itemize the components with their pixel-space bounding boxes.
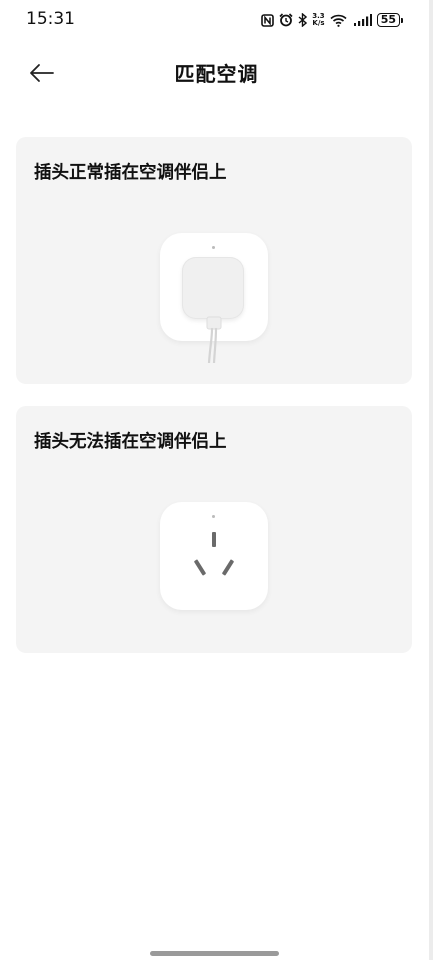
- network-speed-unit: K/s: [312, 19, 325, 27]
- nfc-icon: [261, 13, 275, 27]
- battery-tip: [401, 17, 403, 23]
- socket-hole: [193, 559, 207, 576]
- battery-icon: 55: [376, 13, 403, 27]
- battery-level: 55: [376, 13, 400, 27]
- status-icons: 3.3 K/s 55: [261, 10, 403, 30]
- status-bar: 15:31 3.3 K/s 55: [0, 0, 433, 40]
- power-cable: [206, 316, 222, 363]
- status-time: 15:31: [26, 9, 75, 29]
- home-indicator[interactable]: [150, 951, 279, 956]
- indicator-light: [212, 515, 215, 518]
- ac-companion-with-plug-illustration: [160, 233, 268, 363]
- header: 匹配空调: [0, 50, 433, 96]
- ac-companion-socket-illustration: [160, 502, 268, 610]
- bluetooth-icon: [298, 13, 308, 27]
- page-title: 匹配空调: [174, 62, 259, 86]
- cellular-signal-icon: [352, 14, 372, 26]
- option-card-plug-not-fit[interactable]: 插头无法插在空调伴侣上: [16, 406, 412, 653]
- wifi-icon: [330, 14, 347, 27]
- option-card-title: 插头正常插在空调伴侣上: [34, 163, 227, 183]
- alarm-icon: [279, 13, 293, 27]
- network-speed: 3.3 K/s: [312, 13, 324, 27]
- screen: 15:31 3.3 K/s 55 匹配空调 插头正常插在空调伴侣上 插头无法插在…: [0, 0, 433, 960]
- scroll-edge: [429, 0, 433, 960]
- socket-hole: [221, 559, 235, 576]
- socket-hole: [212, 532, 216, 547]
- option-card-title: 插头无法插在空调伴侣上: [34, 432, 227, 452]
- option-card-plug-fits[interactable]: 插头正常插在空调伴侣上: [16, 137, 412, 384]
